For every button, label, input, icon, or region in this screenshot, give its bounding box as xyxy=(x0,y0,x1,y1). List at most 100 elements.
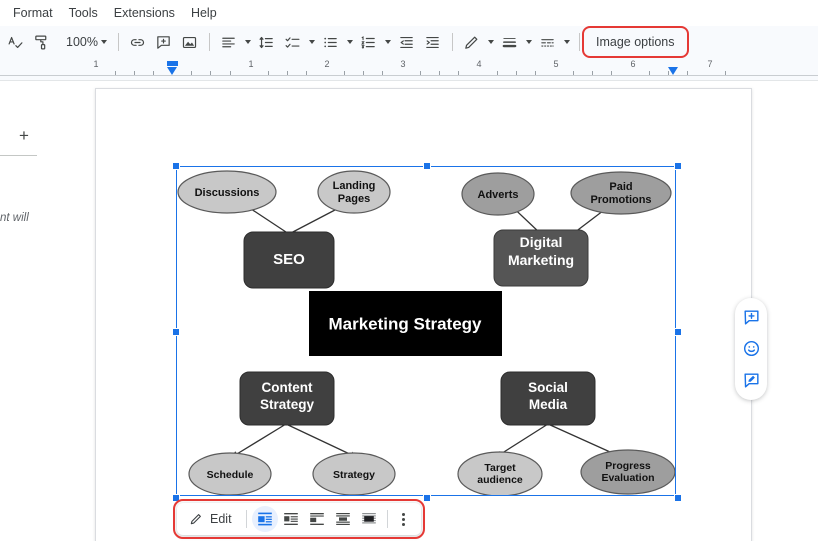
spellcheck-icon[interactable] xyxy=(2,29,28,55)
svg-text:Strategy: Strategy xyxy=(333,469,375,481)
bubble-divider xyxy=(386,510,388,528)
menu-format[interactable]: Format xyxy=(6,3,60,23)
toolbar-divider xyxy=(451,33,453,51)
ruler-tick xyxy=(287,71,288,75)
image-bubble-toolbar: Edit xyxy=(173,499,425,539)
svg-text:Progress: Progress xyxy=(605,460,651,472)
svg-text:Target: Target xyxy=(484,462,516,474)
right-indent-marker[interactable] xyxy=(668,67,678,75)
add-comment-icon[interactable] xyxy=(739,306,763,330)
ruler-tick xyxy=(535,71,536,75)
chevron-down-icon[interactable] xyxy=(485,29,497,55)
increase-indent-icon[interactable] xyxy=(420,29,446,55)
bubble-divider xyxy=(245,510,247,528)
border-pen-icon[interactable] xyxy=(459,29,485,55)
ruler-tick xyxy=(344,71,345,75)
ruler-tick xyxy=(230,71,231,75)
add-comment-icon[interactable] xyxy=(151,29,177,55)
ruler-tick xyxy=(134,71,135,75)
ruler-tick xyxy=(516,71,517,75)
add-emoji-reaction-icon[interactable] xyxy=(739,337,763,361)
border-weight-icon[interactable] xyxy=(497,29,523,55)
left-indent-marker[interactable] xyxy=(167,61,178,66)
svg-text:Paid: Paid xyxy=(609,181,632,193)
svg-text:Marketing Strategy: Marketing Strategy xyxy=(328,314,482,333)
ruler-number: 7 xyxy=(707,59,713,69)
wrap-break-text-icon[interactable] xyxy=(304,506,330,532)
paint-format-icon[interactable] xyxy=(28,29,54,55)
toolbar-divider xyxy=(117,33,119,51)
ruler-tick xyxy=(592,71,593,75)
ruler-number: 6 xyxy=(630,59,636,69)
menu-bar: Format Tools Extensions Help xyxy=(0,0,818,26)
ruler-baseline xyxy=(0,75,818,76)
menu-help[interactable]: Help xyxy=(184,3,224,23)
gutter-divider xyxy=(0,155,37,156)
toolbar-divider xyxy=(208,33,210,51)
marketing-strategy-diagram[interactable]: Discussions Landing Pages SEO Adverts Pa… xyxy=(176,166,676,496)
side-action-panel xyxy=(735,298,767,400)
more-options-icon[interactable] xyxy=(393,506,415,532)
numbered-list-icon[interactable] xyxy=(356,29,382,55)
toolbar-divider xyxy=(578,33,580,51)
ruler-tick xyxy=(153,71,154,75)
ruler-tick xyxy=(725,71,726,75)
wrap-in-front-of-text-icon[interactable] xyxy=(356,506,382,532)
ruler-tick xyxy=(268,71,269,75)
docs-editor-window: Format Tools Extensions Help 100% Image … xyxy=(0,0,818,541)
chevron-down-icon[interactable] xyxy=(306,29,318,55)
edit-image-label: Edit xyxy=(210,512,232,526)
image-options-button[interactable]: Image options xyxy=(582,26,689,58)
ruler-tick xyxy=(439,71,440,75)
ruler-tick xyxy=(382,71,383,75)
bulleted-list-icon[interactable] xyxy=(318,29,344,55)
svg-text:audience: audience xyxy=(477,474,523,486)
svg-text:Evaluation: Evaluation xyxy=(601,472,654,484)
svg-text:Strategy: Strategy xyxy=(260,397,315,412)
chevron-down-icon[interactable] xyxy=(523,29,535,55)
checklist-icon[interactable] xyxy=(280,29,306,55)
ruler-tick xyxy=(611,71,612,75)
zoom-level-selector[interactable]: 100% xyxy=(60,30,112,54)
zoom-level-value: 100% xyxy=(66,35,98,49)
menu-tools[interactable]: Tools xyxy=(62,3,105,23)
wrap-inline-icon[interactable] xyxy=(251,506,278,532)
svg-text:Adverts: Adverts xyxy=(478,189,519,201)
main-toolbar: 100% Image options xyxy=(0,26,818,58)
ruler-tick xyxy=(306,71,307,75)
chevron-down-icon[interactable] xyxy=(344,29,356,55)
add-block-icon[interactable]: + xyxy=(16,127,32,144)
suggest-edits-icon[interactable] xyxy=(739,368,763,392)
chevron-down-icon xyxy=(98,29,110,55)
svg-text:Media: Media xyxy=(529,397,568,412)
svg-text:Promotions: Promotions xyxy=(590,194,651,206)
horizontal-ruler[interactable]: 11234567 xyxy=(0,58,818,81)
menu-extensions[interactable]: Extensions xyxy=(107,3,182,23)
svg-text:Content: Content xyxy=(262,380,313,395)
wrap-behind-text-icon[interactable] xyxy=(330,506,356,532)
svg-text:Digital: Digital xyxy=(520,234,563,250)
chevron-down-icon[interactable] xyxy=(382,29,394,55)
border-dash-icon[interactable] xyxy=(535,29,561,55)
chevron-down-icon[interactable] xyxy=(561,29,573,55)
ruler-tick xyxy=(210,71,211,75)
svg-text:Social: Social xyxy=(528,380,568,395)
ruler-tick xyxy=(191,71,192,75)
chevron-down-icon[interactable] xyxy=(242,29,254,55)
insert-image-icon[interactable] xyxy=(177,29,203,55)
wrap-text-icon[interactable] xyxy=(278,506,304,532)
first-line-indent-marker[interactable] xyxy=(167,67,177,75)
ruler-tick xyxy=(420,71,421,75)
ruler-tick xyxy=(458,71,459,75)
svg-text:Landing: Landing xyxy=(333,180,376,192)
text-align-left-icon[interactable] xyxy=(216,29,242,55)
svg-text:SEO: SEO xyxy=(273,251,305,268)
edit-image-button[interactable]: Edit xyxy=(183,506,241,532)
decrease-indent-icon[interactable] xyxy=(394,29,420,55)
svg-text:Schedule: Schedule xyxy=(207,469,254,481)
ruler-tick xyxy=(573,71,574,75)
ruler-tick xyxy=(497,71,498,75)
svg-text:Marketing: Marketing xyxy=(508,252,574,268)
line-spacing-icon[interactable] xyxy=(254,29,280,55)
insert-link-icon[interactable] xyxy=(125,29,151,55)
